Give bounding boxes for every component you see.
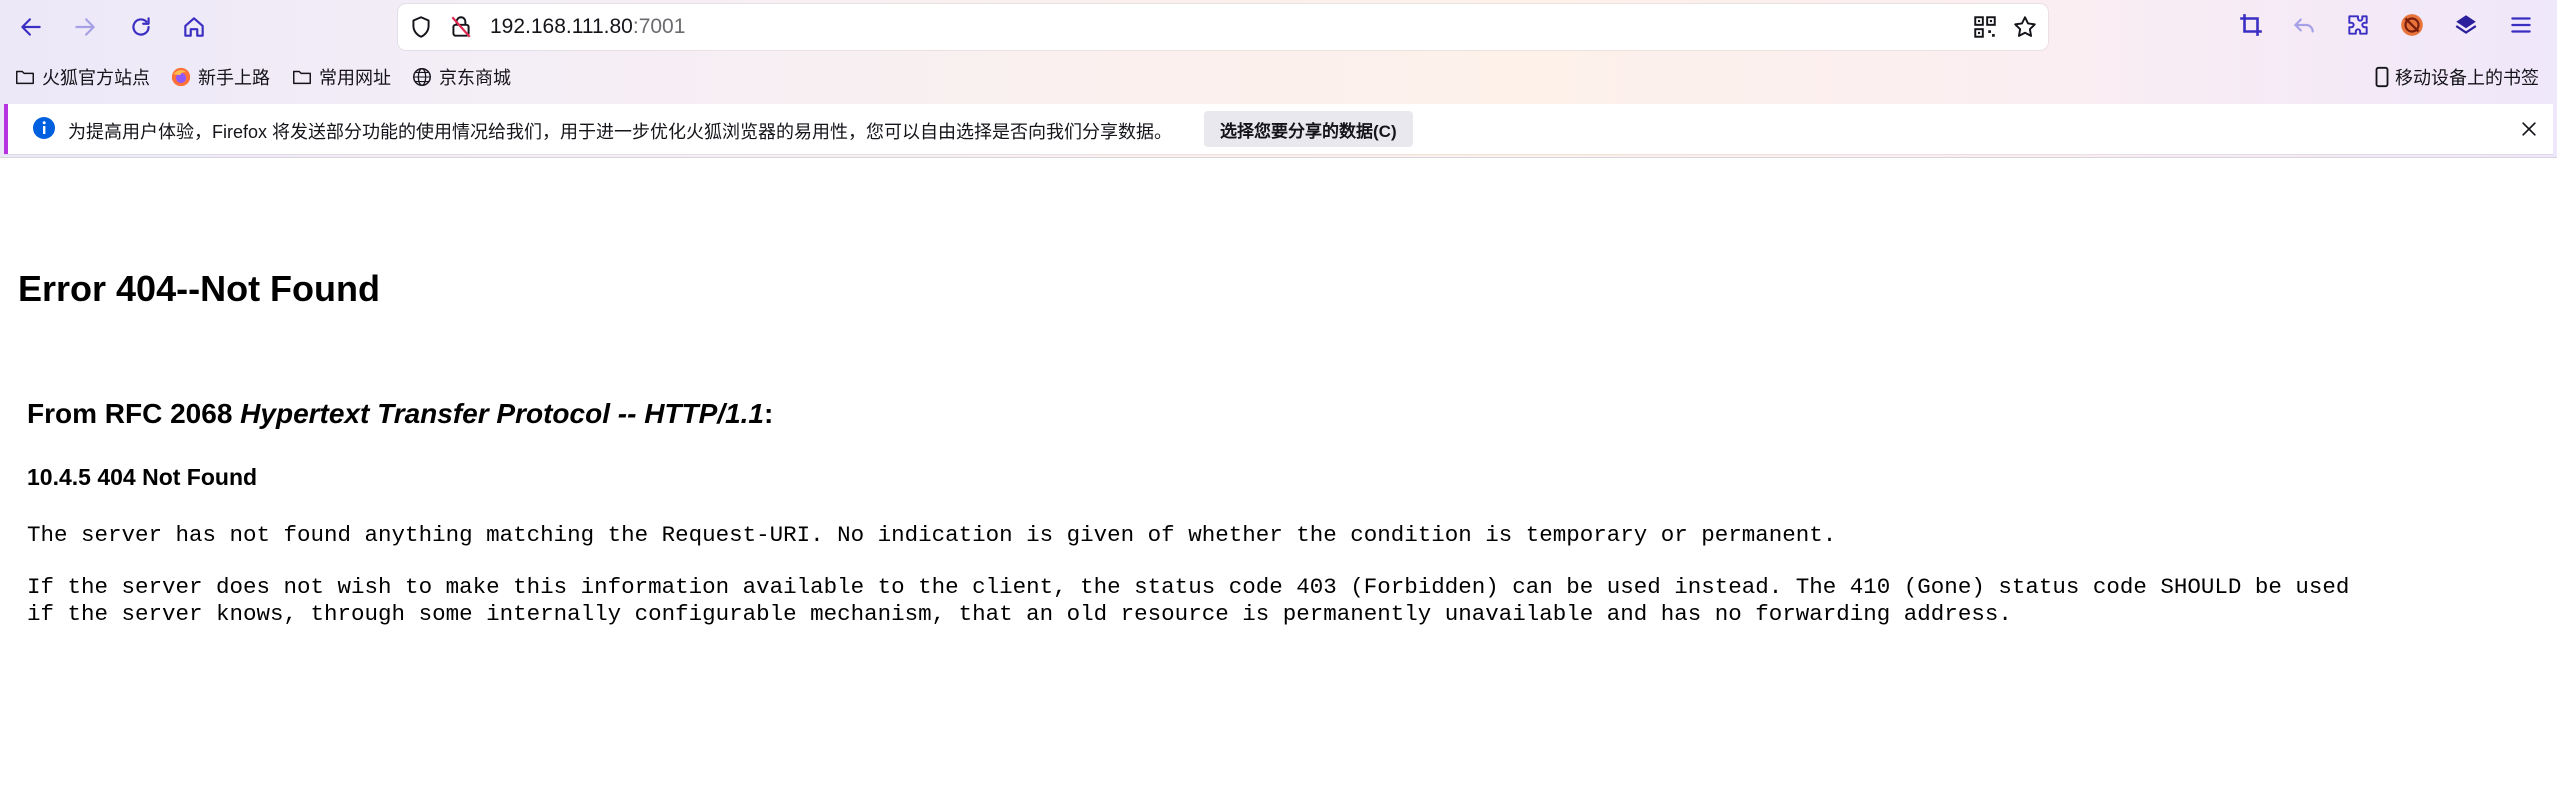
layers-icon bbox=[2455, 15, 2477, 34]
paragraph-not-found: The server has not found anything matchi… bbox=[27, 522, 1837, 548]
bookmarks-toolbar: 火狐官方站点 新手上路 常用网址 京东商城 移动设备上的书签 bbox=[0, 56, 2557, 98]
bookmark-item-getting-started[interactable]: 新手上路 bbox=[170, 62, 270, 92]
layers-extension-button[interactable] bbox=[2451, 10, 2481, 40]
globe-icon bbox=[413, 68, 431, 86]
navigation-toolbar: 192.168.111.80:7001 bbox=[0, 0, 2557, 54]
mobile-bookmarks-button[interactable]: 移动设备上的书签 bbox=[2371, 62, 2539, 92]
choose-data-button[interactable]: 选择您要分享的数据(C) bbox=[1204, 111, 1413, 147]
bookmark-star-icon[interactable] bbox=[2012, 14, 2038, 40]
bookmark-item-firefox-official[interactable]: 火狐官方站点 bbox=[14, 62, 150, 92]
back-button[interactable] bbox=[12, 8, 50, 46]
extensions-button[interactable] bbox=[2343, 10, 2373, 40]
forward-arrow-icon bbox=[75, 18, 95, 36]
shield-icon[interactable] bbox=[408, 14, 434, 40]
rfc-suffix: : bbox=[764, 398, 774, 429]
folder-icon bbox=[293, 70, 311, 85]
url-text[interactable]: 192.168.111.80:7001 bbox=[490, 15, 685, 39]
undo-arrow-icon bbox=[2294, 18, 2314, 33]
blocked-extension-icon bbox=[2401, 14, 2423, 36]
blocker-extension-button[interactable] bbox=[2397, 10, 2427, 40]
paragraph-forbidden-line-2: if the server knows, through some intern… bbox=[27, 601, 2012, 627]
bookmark-label: 新手上路 bbox=[198, 68, 270, 88]
chrome-divider bbox=[0, 157, 2557, 158]
close-icon bbox=[2522, 122, 2536, 136]
section-heading: 10.4.5 404 Not Found bbox=[27, 464, 258, 490]
bookmark-item-jd[interactable]: 京东商城 bbox=[411, 62, 511, 92]
rfc-prefix: From RFC 2068 bbox=[27, 398, 241, 429]
mobile-device-icon bbox=[2375, 66, 2389, 88]
rfc-heading: From RFC 2068 Hypertext Transfer Protoco… bbox=[27, 398, 773, 430]
rfc-title: Hypertext Transfer Protocol -- HTTP/1.1 bbox=[240, 398, 764, 429]
reload-icon bbox=[132, 17, 150, 36]
bookmark-label: 京东商城 bbox=[439, 68, 511, 88]
url-host: 192.168.111.80 bbox=[490, 15, 633, 38]
bookmark-label: 火狐官方站点 bbox=[42, 68, 150, 88]
url-port: :7001 bbox=[632, 15, 686, 38]
firefox-icon bbox=[171, 67, 191, 87]
paragraph-forbidden-line-1: If the server does not wish to make this… bbox=[27, 574, 2350, 600]
hamburger-menu-icon bbox=[2511, 17, 2531, 33]
undo-button[interactable] bbox=[2289, 10, 2319, 40]
qr-code-icon[interactable] bbox=[1972, 14, 1998, 40]
crop-icon bbox=[2240, 14, 2262, 36]
folder-icon bbox=[16, 70, 34, 85]
telemetry-notification-bar: 为提高用户体验，Firefox 将发送部分功能的使用情况给我们，用于进一步优化火… bbox=[4, 104, 2553, 154]
notification-message: 为提高用户体验，Firefox 将发送部分功能的使用情况给我们，用于进一步优化火… bbox=[68, 122, 1173, 142]
insecure-lock-icon[interactable] bbox=[448, 14, 474, 40]
mobile-bookmarks-label: 移动设备上的书签 bbox=[2395, 68, 2539, 88]
close-notification-button[interactable] bbox=[2515, 115, 2543, 143]
bookmark-item-common-sites[interactable]: 常用网址 bbox=[291, 62, 391, 92]
menu-button[interactable] bbox=[2506, 10, 2536, 40]
home-button[interactable] bbox=[175, 8, 213, 46]
bookmark-label: 常用网址 bbox=[319, 68, 391, 88]
browser-chrome: 192.168.111.80:7001 火狐官方站点 新手上路 常用网址 京东商… bbox=[0, 0, 2557, 157]
screenshot-button[interactable] bbox=[2236, 10, 2266, 40]
home-icon bbox=[184, 17, 204, 37]
puzzle-icon bbox=[2348, 15, 2368, 35]
forward-button[interactable] bbox=[66, 8, 104, 46]
back-arrow-icon bbox=[21, 18, 41, 36]
page-title: Error 404--Not Found bbox=[18, 268, 381, 309]
reload-button[interactable] bbox=[122, 8, 160, 46]
address-bar[interactable]: 192.168.111.80:7001 bbox=[398, 4, 2048, 50]
info-icon bbox=[33, 117, 55, 139]
